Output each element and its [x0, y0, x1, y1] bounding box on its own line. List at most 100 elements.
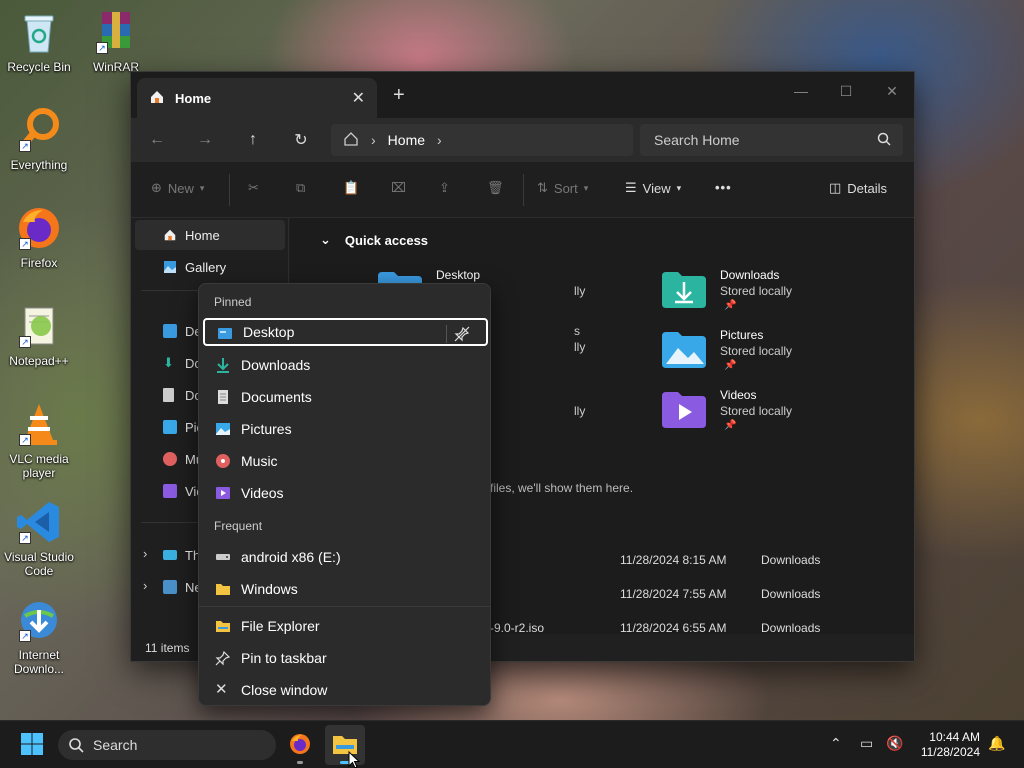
copy-icon[interactable]: ⧉: [296, 180, 305, 196]
rename-icon[interactable]: ⌧: [391, 180, 406, 196]
tab-home[interactable]: Home ✕: [137, 78, 377, 118]
command-bar: ⊕ New ▾ ✂ ⧉ 📋 ⌧ ⇪ 🗑 ⇅ Sort ▾ ☰ View ▾ ••…: [131, 162, 914, 218]
running-indicator: [297, 761, 303, 764]
quick-access-header[interactable]: ⌄ Quick access: [320, 232, 428, 248]
maximize-button[interactable]: ☐: [823, 76, 869, 106]
clock-date: 11/28/2024: [920, 745, 980, 759]
jumplist-item-label: File Explorer: [241, 618, 320, 634]
view-list-icon: ☰: [625, 180, 637, 195]
desktop-icon-notepadpp[interactable]: ↗ Notepad++: [0, 302, 78, 368]
paste-icon[interactable]: 📋: [343, 180, 359, 196]
desktop-icon-vscode[interactable]: ↗ Visual Studio Code: [0, 498, 78, 578]
jumplist-item-documents[interactable]: Documents: [203, 382, 488, 412]
desktop-icon-label: Firefox: [20, 256, 58, 270]
desktop-icon-vlc[interactable]: ↗ VLC media player: [0, 400, 78, 480]
start-button[interactable]: [12, 725, 52, 765]
title-bar: Home ✕ + — ☐ ✕: [131, 72, 914, 118]
chevron-down-icon: ▾: [676, 182, 682, 193]
desktop-icon-winrar[interactable]: ↗ WinRAR: [77, 8, 155, 74]
jumplist-task-pin-to-taskbar[interactable]: Pin to taskbar: [203, 643, 488, 673]
download-arrow-icon: ⬇: [163, 355, 174, 370]
sidebar-item-home[interactable]: Home: [135, 220, 285, 250]
address-bar[interactable]: › Home ›: [331, 124, 633, 156]
desktop-icon-label: Internet Downlo...: [13, 648, 65, 676]
sidebar-item-gallery[interactable]: Gallery: [135, 252, 285, 282]
folder-status: lly: [574, 340, 586, 354]
search-input[interactable]: Search Home: [640, 124, 903, 156]
everything-search-icon: ↗: [15, 106, 63, 154]
delete-icon[interactable]: 🗑: [487, 180, 504, 196]
back-arrow-icon[interactable]: ←: [143, 128, 171, 152]
folder-name: Videos: [720, 388, 757, 402]
desktop-icon-everything[interactable]: ↗ Everything: [0, 106, 78, 172]
navigation-bar: ← → ↑ ↻ › Home › Search Home: [131, 118, 914, 162]
notification-bell-icon[interactable]: 🔔: [988, 735, 1005, 752]
notepadpp-icon: ↗: [15, 302, 63, 350]
more-options-button[interactable]: •••: [715, 180, 732, 195]
jumplist-item-windows-folder[interactable]: Windows: [203, 574, 488, 604]
close-icon: ✕: [215, 681, 228, 698]
jumplist-item-label: android x86 (E:): [241, 549, 341, 565]
forward-arrow-icon[interactable]: →: [191, 128, 219, 152]
folder-pictures[interactable]: Pictures Stored locally 📌: [662, 328, 902, 384]
close-tab-icon[interactable]: ✕: [352, 88, 365, 108]
minimize-button[interactable]: —: [778, 76, 824, 106]
details-button[interactable]: ◫ Details: [829, 180, 887, 196]
system-clock[interactable]: 10:44 AM 11/28/2024: [921, 730, 980, 760]
home-icon: [149, 89, 165, 108]
new-tab-button[interactable]: +: [393, 84, 405, 107]
computer-icon: [163, 550, 177, 560]
folder-name: Desktop: [436, 268, 481, 282]
taskbar: Search ⌃ ▭ 🔇 10:44 AM 11/28/2024 🔔: [0, 720, 1024, 768]
up-arrow-icon[interactable]: ↑: [239, 128, 267, 152]
jumplist-item-desktop[interactable]: Desktop: [203, 318, 488, 346]
vlc-cone-icon: ↗: [15, 400, 63, 448]
jumplist-item-videos[interactable]: Videos: [203, 478, 488, 508]
show-hidden-icons-chevron-icon[interactable]: ⌃: [830, 735, 842, 752]
jumplist-item-pictures[interactable]: Pictures: [203, 414, 488, 444]
videos-icon: [215, 485, 231, 501]
desktop-icon-firefox[interactable]: ↗ Firefox: [0, 204, 78, 270]
share-icon[interactable]: ⇪: [439, 180, 450, 196]
cut-icon[interactable]: ✂: [248, 180, 259, 196]
unpin-icon[interactable]: [446, 325, 476, 343]
jumplist-item-label: Music: [241, 453, 278, 469]
chevron-down-icon: ▾: [199, 182, 205, 193]
folder-downloads[interactable]: Downloads Stored locally 📌: [662, 268, 902, 324]
breadcrumb-home[interactable]: Home: [388, 132, 425, 148]
new-button[interactable]: ⊕ New ▾: [151, 180, 204, 196]
jumplist-item-label: Videos: [241, 485, 284, 501]
recent-file-date: 11/28/2024 8:15 AM: [620, 553, 727, 567]
refresh-icon[interactable]: ↻: [287, 128, 315, 152]
chevron-right-icon[interactable]: ›: [437, 132, 442, 148]
volume-muted-icon[interactable]: 🔇: [886, 735, 903, 752]
taskbar-search-box[interactable]: Search: [58, 730, 276, 760]
sort-label: Sort: [553, 180, 578, 196]
shortcut-arrow-icon: ↗: [96, 42, 108, 54]
jumplist-item-label: Downloads: [241, 357, 311, 373]
frequent-header: Frequent: [214, 519, 263, 533]
desktop-icon-recycle-bin[interactable]: Recycle Bin: [0, 8, 78, 74]
folder-videos[interactable]: Videos Stored locally 📌: [662, 388, 902, 444]
sort-button[interactable]: ⇅ Sort ▾: [537, 180, 588, 196]
sidebar-item-label: Gallery: [185, 259, 227, 275]
display-icon[interactable]: ▭: [860, 735, 873, 752]
jumplist-task-file-explorer[interactable]: File Explorer: [203, 611, 488, 641]
desktop-icon-label: Visual Studio Code: [4, 550, 74, 578]
details-pane-icon: ◫: [829, 180, 842, 195]
chevron-right-icon[interactable]: ›: [143, 546, 147, 561]
document-icon: [163, 388, 174, 402]
jumplist-task-close-window[interactable]: ✕ Close window: [203, 675, 488, 705]
internet-download-manager-icon: ↗: [15, 596, 63, 644]
search-placeholder: Search Home: [654, 132, 740, 148]
desktop-icon-internet-download-manager[interactable]: ↗ Internet Downlo...: [0, 596, 78, 676]
jumplist-item-music[interactable]: Music: [203, 446, 488, 476]
jumplist-item-android-drive[interactable]: android x86 (E:): [203, 542, 488, 572]
taskbar-firefox-button[interactable]: [280, 725, 320, 765]
vscode-icon: ↗: [15, 498, 63, 546]
close-window-button[interactable]: ✕: [869, 76, 915, 106]
view-button[interactable]: ☰ View ▾: [625, 180, 681, 196]
jumplist-item-downloads[interactable]: Downloads: [203, 350, 488, 380]
chevron-right-icon[interactable]: ›: [143, 578, 147, 593]
folder-status: lly: [574, 284, 586, 298]
